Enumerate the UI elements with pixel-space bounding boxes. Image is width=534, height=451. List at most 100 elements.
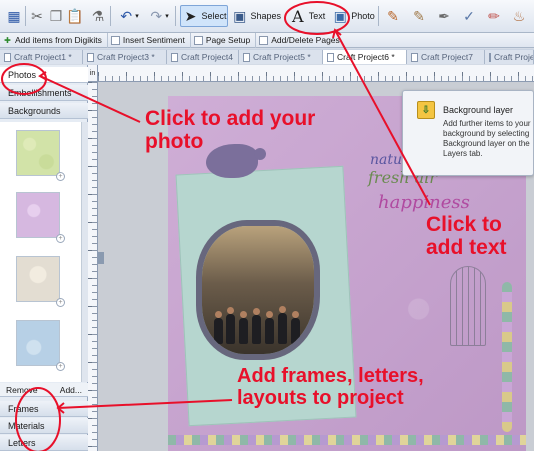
tab-label: Craft Project7 xyxy=(421,52,473,62)
main-toolbar: ▦ ✂ ❐ 📋 ⚗ ↶ ▾ ↷ ▾ ➤ Select ▣ Shapes A Text ▣ P… xyxy=(0,0,534,33)
annotation-line: Click to add your photo xyxy=(145,107,316,153)
save-button[interactable]: ▦ xyxy=(4,5,24,27)
backgrounds-label: Backgrounds xyxy=(8,105,61,116)
chevron-down-icon: ▾ xyxy=(165,13,169,20)
brush-tool-button[interactable]: ✎ xyxy=(383,5,403,27)
pencil-tool-button[interactable]: ✏ xyxy=(484,5,504,27)
format-painter-icon: ⚗ xyxy=(91,7,105,24)
add-icon: ✚ xyxy=(4,35,11,45)
tab-craft-project7[interactable]: Craft Project7 xyxy=(407,50,485,64)
tab-craft-project8[interactable]: Craft Proje xyxy=(485,50,534,64)
paste-button[interactable]: 📋 xyxy=(66,5,84,27)
materials-label: Materials xyxy=(8,420,45,431)
toolbar-separator xyxy=(175,6,176,26)
materials-section-header[interactable]: Materials xyxy=(0,418,88,434)
add-icon[interactable]: + xyxy=(56,298,65,307)
shapes-tool-label: Shapes xyxy=(250,11,281,21)
undo-button[interactable]: ↶ ▾ xyxy=(114,5,142,27)
cut-icon: ✂ xyxy=(31,7,43,24)
tab-craft-project4[interactable]: Craft Project4 xyxy=(167,50,239,64)
tab-craft-project3[interactable]: Craft Project3 * xyxy=(83,50,167,64)
remove-button[interactable]: Remove xyxy=(6,385,38,395)
photos-section-header[interactable]: Photos xyxy=(0,67,88,83)
shapes-tool-button[interactable]: ▣ Shapes xyxy=(231,5,281,27)
eraser-tool-button[interactable]: ✎ xyxy=(409,5,429,27)
pen-tool-button[interactable]: ✒ xyxy=(434,5,454,27)
add-icon[interactable]: + xyxy=(56,234,65,243)
photo-person xyxy=(226,307,235,344)
page-setup-label: Page Setup xyxy=(205,35,251,45)
fill-tool-button[interactable]: ♨ xyxy=(509,5,529,27)
chevron-down-icon: ▾ xyxy=(135,13,139,20)
birdcage-embellishment[interactable] xyxy=(450,266,486,346)
paste-icon: 📋 xyxy=(66,7,84,24)
copy-icon: ❐ xyxy=(49,7,63,24)
vertical-ruler xyxy=(88,82,98,451)
photo-tool-button[interactable]: ▣ Photo xyxy=(331,5,375,27)
horizontal-ruler xyxy=(98,65,534,82)
tab-label: Craft Project3 * xyxy=(97,52,155,62)
text-tool-button[interactable]: A Text xyxy=(286,5,328,27)
copy-button[interactable]: ❐ xyxy=(47,5,65,27)
tab-craft-project6[interactable]: Craft Project6 * xyxy=(323,50,407,64)
photos-label: Photos xyxy=(8,69,37,80)
tab-label: Craft Project5 * xyxy=(253,52,311,62)
photo-person xyxy=(252,308,261,344)
tab-label: Craft Project1 * xyxy=(14,52,72,62)
document-icon xyxy=(87,52,94,62)
photo-person xyxy=(278,306,287,344)
panel-collapse-handle[interactable] xyxy=(98,252,104,264)
background-thumbnail[interactable]: + xyxy=(16,130,65,181)
brush-icon: ✎ xyxy=(387,7,399,24)
frames-label: Frames xyxy=(8,403,39,414)
letters-section-header[interactable]: Letters xyxy=(0,435,88,451)
eyedropper-tool-button[interactable]: ✓ xyxy=(459,5,479,27)
background-thumbnail[interactable]: + xyxy=(16,320,65,371)
format-painter-button[interactable]: ⚗ xyxy=(88,5,108,27)
embellishments-section-header[interactable]: Embellishments xyxy=(0,85,88,101)
annotation-add-photo: Click to add your photo xyxy=(145,107,316,153)
backgrounds-section-header[interactable]: Backgrounds xyxy=(0,103,88,119)
tooltip-title: Background layer xyxy=(443,105,514,115)
annotation-line: Click to add text xyxy=(426,213,507,259)
select-tool-button[interactable]: ➤ Select xyxy=(180,5,228,27)
happiness-text[interactable]: happiness xyxy=(378,192,470,213)
add-icon[interactable]: + xyxy=(56,172,65,181)
text-tool-label: Text xyxy=(308,11,326,21)
background-layer-tooltip: ⇩ Background layer Add further items to … xyxy=(402,90,534,176)
frames-section-header[interactable]: Frames xyxy=(0,401,88,417)
tab-craft-project5[interactable]: Craft Project5 * xyxy=(239,50,323,64)
add-items-button[interactable]: ✚ Add items from Digikits xyxy=(0,32,108,48)
group-photo[interactable] xyxy=(202,226,314,354)
toolbar-separator xyxy=(378,6,379,26)
button-strip-embellishment[interactable] xyxy=(502,282,512,432)
tab-label: Craft Proje xyxy=(494,52,534,62)
tab-craft-project1[interactable]: Craft Project1 * xyxy=(0,50,83,64)
pencil-icon: ✏ xyxy=(488,7,500,24)
photo-icon: ▣ xyxy=(333,7,347,24)
eraser-icon: ✎ xyxy=(413,7,425,24)
insert-sentiment-button[interactable]: Insert Sentiment xyxy=(108,32,191,48)
photo-person xyxy=(239,311,248,344)
button-ribbon-embellishment[interactable] xyxy=(168,435,526,445)
annotation-add-frames: Add frames, letters, layouts to project xyxy=(237,365,424,409)
add-delete-pages-button[interactable]: Add/Delete Pages xyxy=(256,33,345,48)
cut-button[interactable]: ✂ xyxy=(28,5,46,27)
document-icon xyxy=(4,52,11,62)
add-button[interactable]: Add... xyxy=(60,385,82,395)
sentiment-icon xyxy=(110,35,120,45)
annotation-add-text: Click to add text xyxy=(426,213,507,259)
tab-label: Craft Project6 * xyxy=(337,52,395,62)
redo-button[interactable]: ↷ ▾ xyxy=(144,5,172,27)
page-setup-icon xyxy=(193,35,203,45)
background-thumbnail[interactable]: + xyxy=(16,256,65,307)
add-icon[interactable]: + xyxy=(56,362,65,371)
undo-icon: ↶ xyxy=(120,7,133,24)
page-setup-button[interactable]: Page Setup xyxy=(191,32,257,48)
tab-label: Craft Project4 xyxy=(181,52,233,62)
annotation-line: Add frames, letters, layouts to project xyxy=(237,365,424,409)
gallery-scrollbar[interactable] xyxy=(81,122,88,382)
document-icon xyxy=(243,52,250,62)
background-thumbnail[interactable]: + xyxy=(16,192,65,243)
pen-icon: ✒ xyxy=(438,7,450,24)
